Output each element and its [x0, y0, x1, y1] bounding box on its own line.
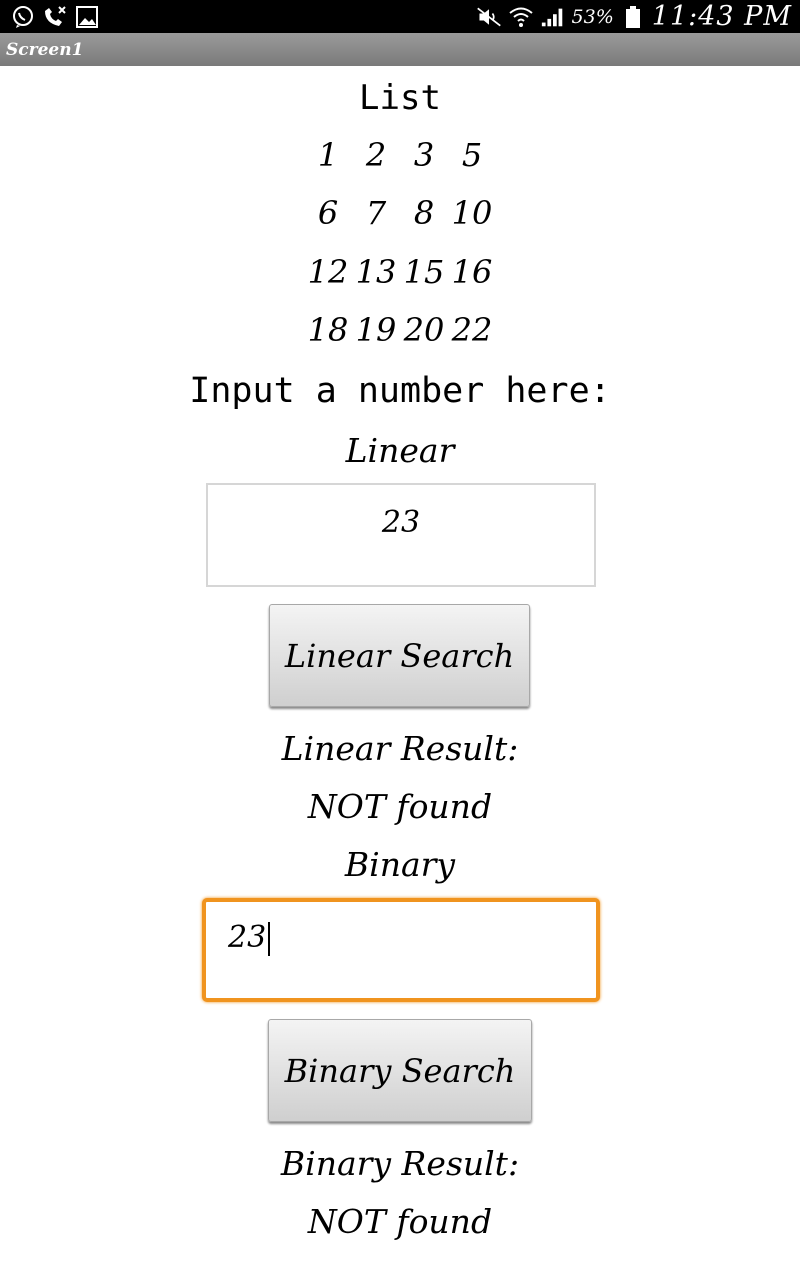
battery-icon: [620, 5, 646, 29]
binary-search-button[interactable]: Binary Search: [268, 1019, 532, 1122]
list-row: 18 19 20 22: [0, 311, 800, 349]
battery-percentage: 53%: [571, 5, 614, 28]
list-item: 3: [413, 136, 435, 174]
list-row: 6 7 8 10: [0, 194, 800, 232]
missed-call-icon: [42, 5, 68, 29]
mute-icon: [476, 5, 502, 29]
linear-result-value: NOT found: [307, 787, 493, 826]
clock: 11:43 PM: [651, 1, 792, 32]
viber-icon: [10, 5, 36, 29]
list-item: 5: [461, 136, 483, 174]
list-item: 12: [307, 253, 349, 291]
linear-search-button[interactable]: Linear Search: [269, 604, 530, 707]
linear-label: Linear: [345, 431, 455, 470]
list-item: 20: [403, 311, 445, 349]
list-item: 8: [413, 194, 435, 232]
text-cursor: [268, 922, 271, 956]
linear-result-label: Linear Result:: [281, 729, 519, 768]
list-item: 18: [307, 311, 349, 349]
signal-icon: [540, 5, 566, 29]
list-item: 13: [355, 253, 397, 291]
wifi-icon: [508, 5, 534, 29]
input-prompt: Input a number here:: [189, 371, 611, 411]
binary-input-value: 23: [228, 920, 267, 955]
binary-number-input[interactable]: 23: [202, 898, 600, 1002]
linear-number-input[interactable]: 23: [206, 483, 596, 587]
binary-label: Binary: [344, 845, 456, 884]
list-title: List: [359, 78, 441, 118]
list-row: 1235: [0, 136, 800, 174]
list-row: 12 13 15 16: [0, 253, 800, 291]
list-item: 1: [317, 136, 339, 174]
image-icon: [74, 5, 100, 29]
list-item: 10: [451, 194, 493, 232]
list-item: 6: [317, 194, 339, 232]
window-title: Screen1: [6, 39, 84, 60]
list-item: 7: [365, 194, 387, 232]
list-item: 16: [451, 253, 493, 291]
list-item: 2: [365, 136, 387, 174]
list-item: 19: [355, 311, 397, 349]
list-item: 15: [403, 253, 445, 291]
list-item: 22: [451, 311, 493, 349]
status-bar: 53% 11:43 PM: [0, 0, 800, 33]
binary-result-value: NOT found: [307, 1202, 493, 1241]
binary-result-label: Binary Result:: [280, 1144, 520, 1183]
title-bar: Screen1: [0, 33, 800, 66]
